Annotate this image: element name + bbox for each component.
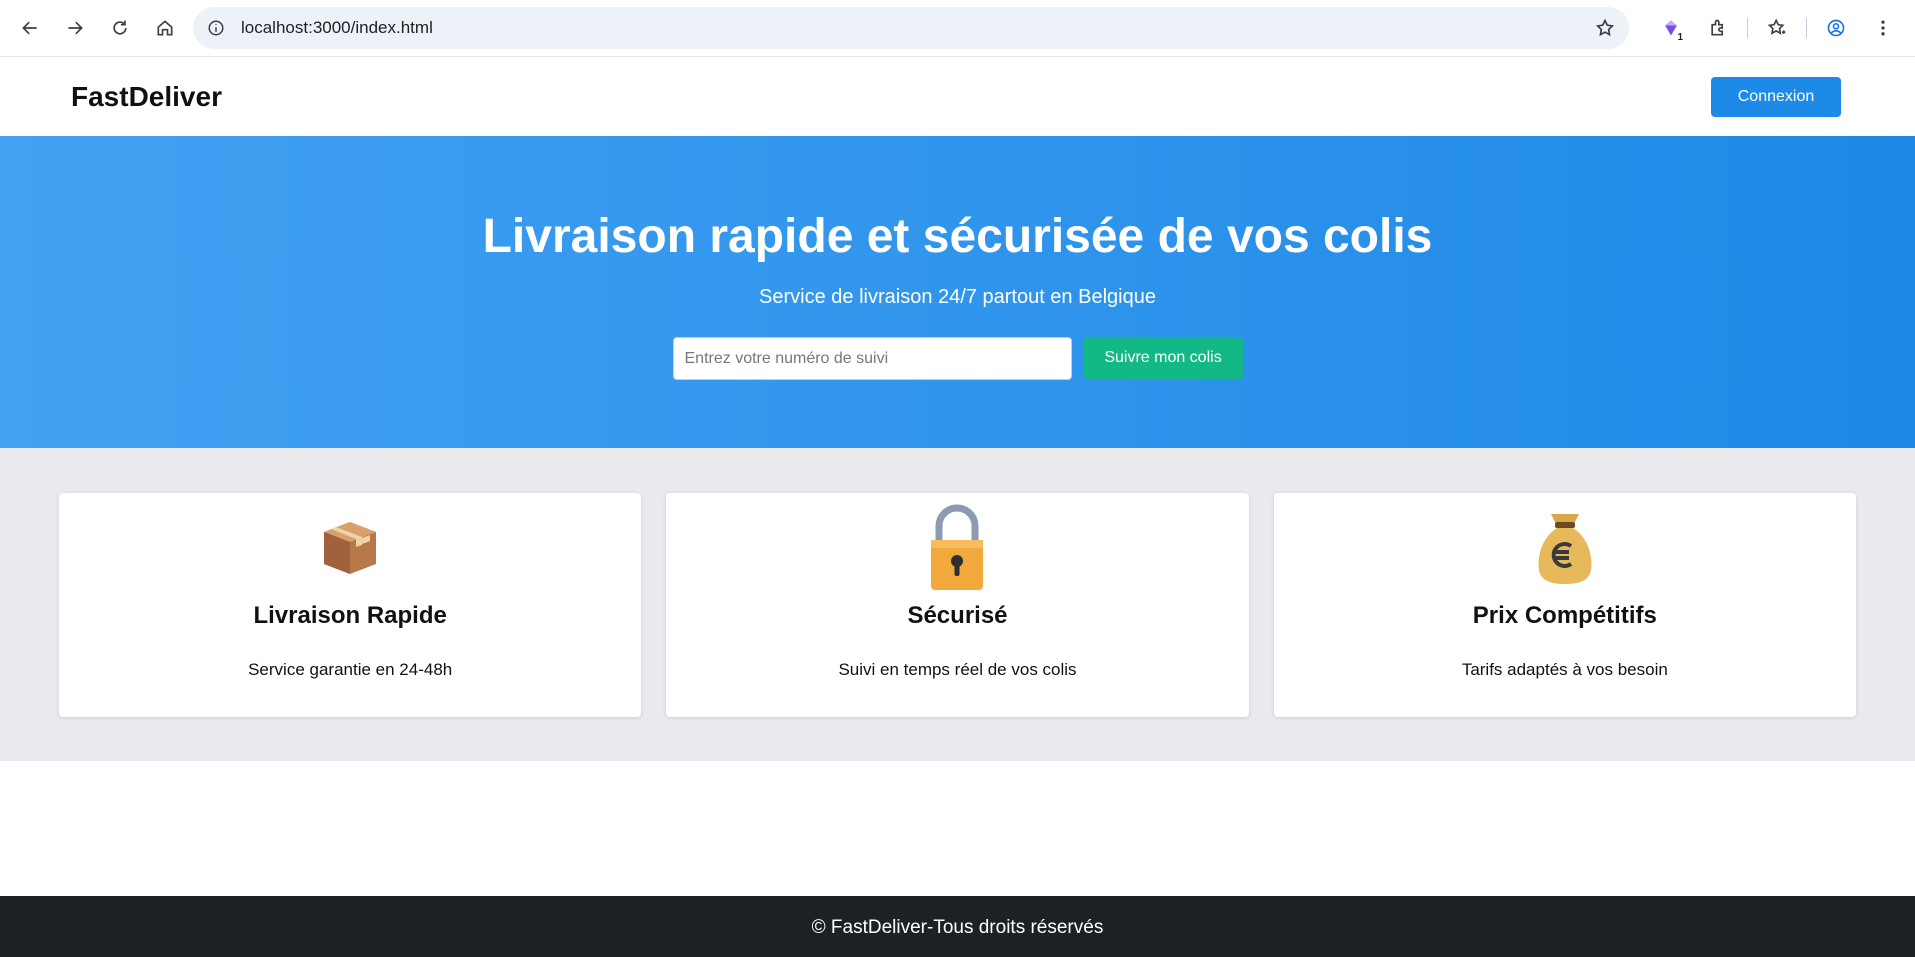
- feature-text: Service garantie en 24-48h: [248, 660, 453, 679]
- track-parcel-button[interactable]: Suivre mon colis: [1083, 337, 1243, 379]
- feature-card: Livraison Rapide Service garantie en 24-…: [59, 493, 642, 717]
- address-url[interactable]: localhost:3000/index.html: [241, 18, 433, 38]
- home-icon[interactable]: [147, 10, 183, 46]
- package-icon: [310, 498, 390, 598]
- feature-text: Suivi en temps réel de vos colis: [838, 660, 1077, 679]
- forward-arrow-icon[interactable]: [57, 10, 93, 46]
- tracking-number-input[interactable]: [672, 337, 1072, 380]
- tracking-form: Suivre mon colis: [672, 337, 1243, 380]
- page-spacer: [0, 761, 1915, 896]
- lock-icon: [917, 498, 997, 598]
- browser-toolbar: localhost:3000/index.html 1: [0, 0, 1915, 57]
- hero-subtitle: Service de livraison 24/7 partout en Bel…: [759, 286, 1156, 308]
- address-bar[interactable]: localhost:3000/index.html: [193, 7, 1629, 49]
- bookmark-star-icon[interactable]: [1595, 18, 1615, 38]
- menu-dots-icon[interactable]: [1865, 10, 1901, 46]
- feature-card: Sécurisé Suivi en temps réel de vos coli…: [666, 493, 1249, 717]
- money-bag-icon: [1525, 498, 1605, 598]
- login-button[interactable]: Connexion: [1711, 76, 1841, 117]
- extension-icon[interactable]: 1: [1653, 10, 1689, 46]
- feature-card: Prix Compétitifs Tarifs adaptés à vos be…: [1273, 493, 1856, 717]
- hero-section: Livraison rapide et sécurisée de vos col…: [0, 136, 1915, 448]
- footer-copyright: © FastDeliver-Tous droits réservés: [811, 917, 1104, 938]
- bookmarks-icon[interactable]: [1759, 10, 1795, 46]
- toolbar-divider: [1806, 18, 1807, 38]
- hero-title: Livraison rapide et sécurisée de vos col…: [482, 210, 1433, 263]
- puzzle-icon[interactable]: [1700, 10, 1736, 46]
- feature-title: Prix Compétitifs: [1472, 602, 1657, 629]
- feature-text: Tarifs adaptés à vos besoin: [1461, 660, 1668, 679]
- toolbar-divider: [1747, 18, 1748, 38]
- extension-badge: 1: [1677, 32, 1683, 43]
- feature-title: Sécurisé: [907, 602, 1008, 629]
- site-header: FastDeliver Connexion: [0, 57, 1915, 136]
- reload-icon[interactable]: [102, 10, 138, 46]
- site-logo[interactable]: FastDeliver: [71, 81, 222, 113]
- back-arrow-icon[interactable]: [12, 10, 48, 46]
- profile-icon[interactable]: [1818, 10, 1854, 46]
- site-footer: © FastDeliver-Tous droits réservés: [0, 896, 1915, 957]
- site-info-icon[interactable]: [207, 19, 225, 37]
- features-section: Livraison Rapide Service garantie en 24-…: [0, 448, 1915, 761]
- feature-title: Livraison Rapide: [253, 602, 447, 629]
- browser-tools: 1: [1642, 10, 1901, 46]
